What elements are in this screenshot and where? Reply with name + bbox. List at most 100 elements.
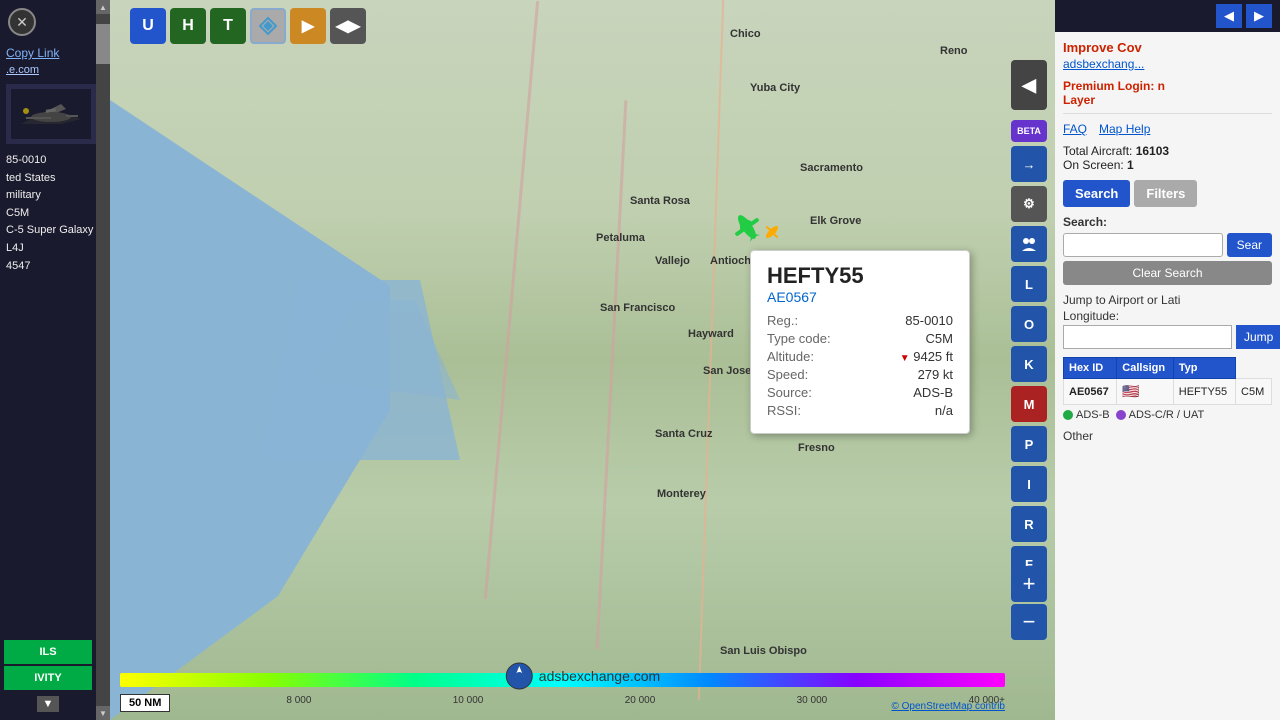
popup-rssi-label: RSSI: xyxy=(767,403,801,418)
adsbx-link[interactable]: adsbexchang... xyxy=(1063,57,1272,71)
adsb-dot xyxy=(1063,410,1073,420)
col-callsign: Callsign xyxy=(1117,358,1173,379)
gear-icon: ⚙ xyxy=(1023,196,1035,212)
hex-id-cell[interactable]: AE0567 xyxy=(1064,379,1117,405)
type-cell: C5M xyxy=(1236,379,1272,405)
zoom-controls: + − xyxy=(1011,566,1047,640)
close-button[interactable]: ✕ xyxy=(8,8,36,36)
login-btn[interactable]: → xyxy=(1011,146,1047,182)
copy-link[interactable]: Copy Link xyxy=(6,46,104,60)
panel-forward-btn[interactable]: ▶ xyxy=(1246,4,1272,28)
leftright-icon: ◀▶ xyxy=(336,16,361,36)
activity-button[interactable]: IVITY xyxy=(4,666,92,690)
popup-type-value: C5M xyxy=(926,331,953,346)
btn-R[interactable]: R xyxy=(1011,506,1047,542)
popup-alt-label: Altitude: xyxy=(767,349,814,364)
panel-back-icon: ◀ xyxy=(1224,8,1234,24)
popup-source-row: Source: ADS-B xyxy=(767,385,953,400)
aircraft-country: ted States xyxy=(6,170,104,188)
aircraft-reg: 85-0010 xyxy=(6,152,104,170)
btn-I[interactable]: I xyxy=(1011,466,1047,502)
search-btn[interactable]: Search xyxy=(1063,180,1130,207)
popup-callsign: HEFTY55 xyxy=(767,263,953,289)
popup-alt-value: ▼ 9425 ft xyxy=(900,349,953,364)
filters-btn[interactable]: Filters xyxy=(1134,180,1197,207)
longitude-label: Longitude: xyxy=(1063,309,1272,323)
search-action-btn[interactable]: Sear xyxy=(1227,233,1272,257)
sidebar-scrollbar[interactable]: ▲ ▼ xyxy=(96,0,110,720)
btn-h[interactable]: H xyxy=(170,8,206,44)
panel-content: Improve Cov adsbexchang... Premium Login… xyxy=(1055,32,1280,720)
panel-back-btn[interactable]: ◀ xyxy=(1216,4,1242,28)
aircraft-table: Hex ID Callsign Typ AE0567 🇺🇸 HEFTY55 C5… xyxy=(1063,357,1272,405)
btn-K[interactable]: K xyxy=(1011,346,1047,382)
logo-icon xyxy=(505,662,533,690)
jump-input-row: Jump xyxy=(1063,325,1272,349)
maphelp-link[interactable]: Map Help xyxy=(1099,122,1150,136)
btn-diamond[interactable] xyxy=(250,8,286,44)
btn-next[interactable]: ▶ xyxy=(290,8,326,44)
alt-labels: 6 000 8 000 10 000 20 000 30 000 40 000+ xyxy=(120,695,1005,706)
btn-P[interactable]: P xyxy=(1011,426,1047,462)
scale-label: 50 NM xyxy=(120,694,170,712)
map-top-controls: U H T ▶ ◀▶ xyxy=(130,8,366,44)
details-button[interactable]: ILS xyxy=(4,640,92,664)
popup-reg-value: 85-0010 xyxy=(905,313,953,328)
jump-input[interactable] xyxy=(1063,325,1232,349)
stats-btn[interactable] xyxy=(1011,226,1047,262)
map-side-controls: BETA → ⚙ L O K M P I R F xyxy=(1011,120,1047,582)
callsign-cell[interactable]: HEFTY55 xyxy=(1173,379,1235,405)
scroll-down-arrow[interactable]: ▼ xyxy=(96,706,110,720)
search-input[interactable] xyxy=(1063,233,1223,257)
aircraft-svg xyxy=(725,205,769,249)
panel-links: FAQ Map Help xyxy=(1063,122,1272,136)
popup-rssi-row: RSSI: n/a xyxy=(767,403,953,418)
settings-btn[interactable]: ⚙ xyxy=(1011,186,1047,222)
scroll-thumb[interactable] xyxy=(96,24,110,64)
col-type: Typ xyxy=(1173,358,1235,379)
beta-btn[interactable]: BETA xyxy=(1011,120,1047,142)
btn-M[interactable]: M xyxy=(1011,386,1047,422)
main-aircraft[interactable] xyxy=(725,205,769,254)
on-screen-label: On Screen: xyxy=(1063,158,1124,172)
total-aircraft-value: 16103 xyxy=(1136,144,1169,158)
btn-O[interactable]: O xyxy=(1011,306,1047,342)
col-hexid: Hex ID xyxy=(1064,358,1117,379)
popup-source-value: ADS-B xyxy=(913,385,953,400)
clear-search-btn[interactable]: Clear Search xyxy=(1063,261,1272,285)
popup-alt-num: 9425 ft xyxy=(913,349,953,364)
premium-label: Premium Login: n Layer xyxy=(1063,79,1272,114)
search-input-row: Sear xyxy=(1063,233,1272,257)
btn-leftright[interactable]: ◀▶ xyxy=(330,8,366,44)
search-section-label: Search: xyxy=(1063,215,1272,229)
panel-top-bar: ◀ ▶ xyxy=(1055,0,1280,32)
zoom-out-btn[interactable]: − xyxy=(1011,604,1047,640)
map-scale: 50 NM xyxy=(120,694,170,712)
alt-label-1: 8 000 xyxy=(286,695,311,706)
aircraft-role: military xyxy=(6,187,104,205)
jump-btn[interactable]: Jump xyxy=(1236,325,1280,349)
scroll-down-btn[interactable]: ▼ xyxy=(37,696,60,712)
map-attribution: © OpenStreetMap contrib xyxy=(891,701,1005,712)
popup-type-label: Type code: xyxy=(767,331,831,346)
btn-t[interactable]: T xyxy=(210,8,246,44)
zoom-in-btn[interactable]: + xyxy=(1011,566,1047,602)
site-url[interactable]: .e.com xyxy=(6,64,104,76)
source-row: ADS-B ADS-C/R / UAT xyxy=(1063,409,1272,421)
table-row[interactable]: AE0567 🇺🇸 HEFTY55 C5M xyxy=(1064,379,1272,405)
map-back-btn[interactable]: ◀ xyxy=(1011,60,1047,110)
adsc-source: ADS-C/R / UAT xyxy=(1116,409,1205,421)
scroll-up-arrow[interactable]: ▲ xyxy=(96,0,110,14)
map-logo: adsbexchange.com xyxy=(505,662,660,690)
popup-icao: AE0567 xyxy=(767,289,953,305)
improve-cov-label: Improve Cov xyxy=(1063,40,1272,55)
map-container[interactable]: U H T ▶ ◀▶ ◀ BETA → ⚙ xyxy=(110,0,1055,720)
faq-link[interactable]: FAQ xyxy=(1063,122,1087,136)
btn-L[interactable]: L xyxy=(1011,266,1047,302)
adsc-label: ADS-C/R / UAT xyxy=(1129,409,1205,421)
popup-source-label: Source: xyxy=(767,385,812,400)
btn-u[interactable]: U xyxy=(130,8,166,44)
attr-link[interactable]: © OpenStreetMap contrib xyxy=(891,701,1005,712)
logo-text: adsbexchange.com xyxy=(539,668,660,684)
popup-type-row: Type code: C5M xyxy=(767,331,953,346)
